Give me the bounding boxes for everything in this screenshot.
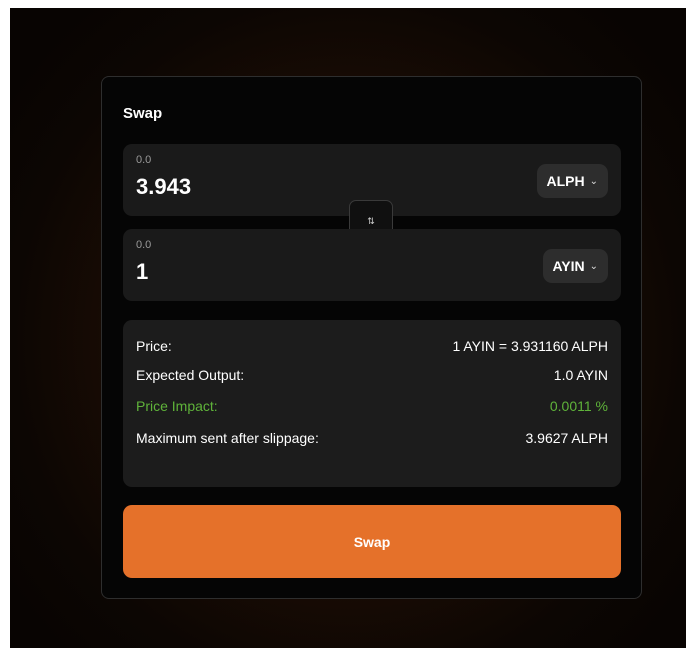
- card-title: Swap: [123, 105, 163, 122]
- max-sent-label: Maximum sent after slippage:: [136, 430, 319, 446]
- price-label: Price:: [136, 338, 172, 354]
- from-token-select[interactable]: ALPH ⌄: [537, 164, 608, 198]
- to-amount-input[interactable]: 1: [136, 259, 148, 285]
- chevron-down-icon: ⌄: [589, 175, 598, 187]
- swap-button[interactable]: Swap: [123, 505, 621, 578]
- from-placeholder: 0.0: [136, 154, 152, 166]
- price-impact-row: Price Impact: 0.0011 %: [136, 398, 608, 414]
- swap-card: Swap 0.0 3.943 ALPH ⌄ ⇅ 0.0 1 AYIN ⌄ Pri…: [101, 76, 642, 599]
- swap-arrows-icon: ⇅: [367, 215, 375, 226]
- price-impact-value: 0.0011 %: [549, 398, 608, 414]
- from-amount-input[interactable]: 3.943: [136, 174, 191, 200]
- expected-output-value: 1.0 AYIN: [553, 367, 608, 383]
- to-placeholder: 0.0: [136, 239, 152, 251]
- chevron-down-icon: ⌄: [589, 260, 598, 272]
- price-impact-label: Price Impact:: [136, 398, 218, 414]
- from-token-label: ALPH: [546, 173, 585, 189]
- price-value: 1 AYIN = 3.931160 ALPH: [452, 338, 608, 354]
- swap-details-panel: Price: 1 AYIN = 3.931160 ALPH Expected O…: [123, 320, 621, 487]
- to-token-select[interactable]: AYIN ⌄: [543, 249, 608, 283]
- to-token-label: AYIN: [552, 258, 585, 274]
- max-sent-row: Maximum sent after slippage: 3.9627 ALPH: [136, 426, 608, 450]
- expected-output-label: Expected Output:: [136, 367, 245, 383]
- background: Swap 0.0 3.943 ALPH ⌄ ⇅ 0.0 1 AYIN ⌄ Pri…: [10, 8, 686, 648]
- price-row: Price: 1 AYIN = 3.931160 ALPH: [136, 338, 608, 354]
- to-amount-field[interactable]: 0.0 1 AYIN ⌄: [123, 229, 621, 301]
- max-sent-value: 3.9627 ALPH: [525, 430, 608, 446]
- expected-output-row: Expected Output: 1.0 AYIN: [136, 367, 608, 383]
